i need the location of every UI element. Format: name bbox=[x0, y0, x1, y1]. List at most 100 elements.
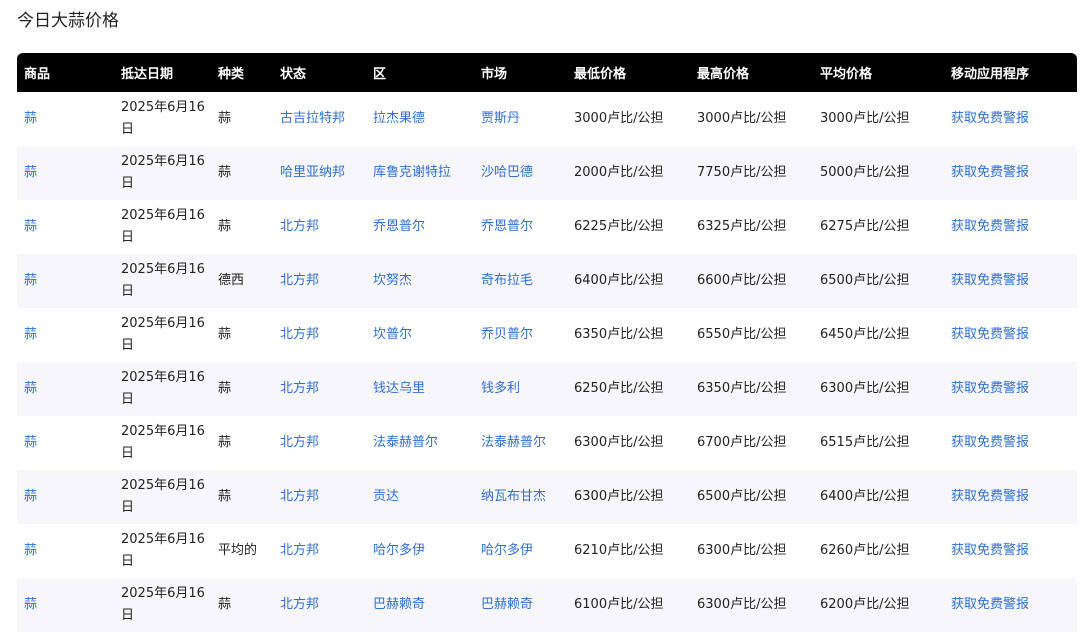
cell-district-link[interactable]: 哈尔多伊 bbox=[373, 543, 425, 558]
table-cell: 6300卢比/公担 bbox=[567, 416, 690, 470]
cell-commodity-link[interactable]: 蒜 bbox=[24, 327, 37, 342]
cell-commodity-link[interactable]: 蒜 bbox=[24, 273, 37, 288]
table-cell: 2025年6月16日 bbox=[114, 92, 211, 146]
cell-state-link[interactable]: 北方邦 bbox=[280, 489, 319, 504]
cell-state-link[interactable]: 北方邦 bbox=[280, 327, 319, 342]
cell-district-link[interactable]: 钱达乌里 bbox=[373, 381, 425, 396]
cell-free-alert-link[interactable]: 获取免费警报 bbox=[951, 489, 1029, 504]
header-commodity: 商品 bbox=[17, 53, 114, 92]
cell-commodity-link[interactable]: 蒜 bbox=[24, 219, 37, 234]
cell-max-price: 6300卢比/公担 bbox=[697, 543, 787, 558]
cell-district-link[interactable]: 库鲁克谢特拉 bbox=[373, 165, 451, 180]
table-cell: 6300卢比/公担 bbox=[690, 578, 813, 632]
cell-state-link[interactable]: 北方邦 bbox=[280, 597, 319, 612]
cell-avg-price: 6515卢比/公担 bbox=[820, 435, 910, 450]
cell-commodity-link[interactable]: 蒜 bbox=[24, 489, 37, 504]
cell-min-price: 6300卢比/公担 bbox=[574, 489, 664, 504]
cell-commodity-link[interactable]: 蒜 bbox=[24, 381, 37, 396]
cell-max-price: 6325卢比/公担 bbox=[697, 219, 787, 234]
cell-free-alert-link[interactable]: 获取免费警报 bbox=[951, 165, 1029, 180]
table-cell: 贾斯丹 bbox=[474, 92, 567, 146]
cell-free-alert-link[interactable]: 获取免费警报 bbox=[951, 219, 1029, 234]
table-row: 蒜 2025年6月16日蒜古吉拉特邦 拉杰果德 贾斯丹 3000卢比/公担 3000卢比/… bbox=[17, 92, 1077, 146]
cell-state-link[interactable]: 哈里亚纳邦 bbox=[280, 165, 345, 180]
cell-district-link[interactable]: 拉杰果德 bbox=[373, 111, 425, 126]
cell-market-link[interactable]: 乔贝普尔 bbox=[481, 327, 533, 342]
table-cell: 蒜 bbox=[17, 578, 114, 632]
cell-commodity-link[interactable]: 蒜 bbox=[24, 165, 37, 180]
cell-free-alert-link[interactable]: 获取免费警报 bbox=[951, 543, 1029, 558]
table-cell: 钱达乌里 bbox=[366, 362, 474, 416]
cell-variety: 蒜 bbox=[218, 219, 232, 234]
header-district: 区 bbox=[366, 53, 474, 92]
cell-state-link[interactable]: 北方邦 bbox=[280, 219, 319, 234]
header-arrival-date: 抵达日期 bbox=[114, 53, 211, 92]
table-cell: 6100卢比/公担 bbox=[567, 578, 690, 632]
cell-district-link[interactable]: 坎普尔 bbox=[373, 327, 412, 342]
cell-district-link[interactable]: 巴赫赖奇 bbox=[373, 597, 425, 612]
cell-free-alert-link[interactable]: 获取免费警报 bbox=[951, 381, 1029, 396]
cell-district-link[interactable]: 贡达 bbox=[373, 489, 399, 504]
cell-market-link[interactable]: 乔恩普尔 bbox=[481, 219, 533, 234]
cell-market-link[interactable]: 巴赫赖奇 bbox=[481, 597, 533, 612]
cell-district-link[interactable]: 坎努杰 bbox=[373, 273, 412, 288]
table-header: 商品 抵达日期 种类 状态 区 市场 最低价格 最高价格 平均价格 移动应用程序 bbox=[17, 53, 1077, 92]
cell-state-link[interactable]: 北方邦 bbox=[280, 543, 319, 558]
table-row: 蒜 2025年6月16日蒜北方邦 法泰赫普尔 法泰赫普尔 6300卢比/公担 6700卢比… bbox=[17, 416, 1077, 470]
table-cell: 巴赫赖奇 bbox=[474, 578, 567, 632]
cell-district-link[interactable]: 法泰赫普尔 bbox=[373, 435, 438, 450]
cell-arrival-date: 2025年6月16日 bbox=[121, 424, 205, 461]
cell-state-link[interactable]: 北方邦 bbox=[280, 381, 319, 396]
price-table-container: 商品 抵达日期 种类 状态 区 市场 最低价格 最高价格 平均价格 移动应用程序… bbox=[17, 53, 1077, 632]
table-cell: 6260卢比/公担 bbox=[813, 524, 944, 578]
table-row: 蒜 2025年6月16日蒜北方邦 贡达 纳瓦布甘杰 6300卢比/公担 6500卢比/公担… bbox=[17, 470, 1077, 524]
table-cell: 3000卢比/公担 bbox=[567, 92, 690, 146]
cell-state-link[interactable]: 北方邦 bbox=[280, 435, 319, 450]
cell-market-link[interactable]: 沙哈巴德 bbox=[481, 165, 533, 180]
cell-district-link[interactable]: 乔恩普尔 bbox=[373, 219, 425, 234]
cell-free-alert-link[interactable]: 获取免费警报 bbox=[951, 435, 1029, 450]
table-cell: 2025年6月16日 bbox=[114, 308, 211, 362]
header-min-price: 最低价格 bbox=[567, 53, 690, 92]
cell-commodity-link[interactable]: 蒜 bbox=[24, 435, 37, 450]
cell-avg-price: 6260卢比/公担 bbox=[820, 543, 910, 558]
cell-free-alert-link[interactable]: 获取免费警报 bbox=[951, 273, 1029, 288]
cell-market-link[interactable]: 法泰赫普尔 bbox=[481, 435, 546, 450]
cell-free-alert-link[interactable]: 获取免费警报 bbox=[951, 597, 1029, 612]
cell-commodity-link[interactable]: 蒜 bbox=[24, 597, 37, 612]
table-cell: 坎努杰 bbox=[366, 254, 474, 308]
cell-market-link[interactable]: 哈尔多伊 bbox=[481, 543, 533, 558]
table-cell: 3000卢比/公担 bbox=[813, 92, 944, 146]
cell-market-link[interactable]: 奇布拉毛 bbox=[481, 273, 533, 288]
table-cell: 拉杰果德 bbox=[366, 92, 474, 146]
cell-commodity-link[interactable]: 蒜 bbox=[24, 543, 37, 558]
cell-arrival-date: 2025年6月16日 bbox=[121, 370, 205, 407]
table-cell: 钱多利 bbox=[474, 362, 567, 416]
cell-state-link[interactable]: 古吉拉特邦 bbox=[280, 111, 345, 126]
table-cell: 获取免费警报 bbox=[944, 470, 1077, 524]
table-cell: 6200卢比/公担 bbox=[813, 578, 944, 632]
header-row: 商品 抵达日期 种类 状态 区 市场 最低价格 最高价格 平均价格 移动应用程序 bbox=[17, 53, 1077, 92]
cell-market-link[interactable]: 钱多利 bbox=[481, 381, 520, 396]
cell-market-link[interactable]: 纳瓦布甘杰 bbox=[481, 489, 546, 504]
cell-commodity-link[interactable]: 蒜 bbox=[24, 111, 37, 126]
table-cell: 获取免费警报 bbox=[944, 254, 1077, 308]
table-cell: 6350卢比/公担 bbox=[567, 308, 690, 362]
table-cell: 贡达 bbox=[366, 470, 474, 524]
table-cell: 北方邦 bbox=[273, 200, 366, 254]
table-cell: 法泰赫普尔 bbox=[474, 416, 567, 470]
cell-market-link[interactable]: 贾斯丹 bbox=[481, 111, 520, 126]
cell-free-alert-link[interactable]: 获取免费警报 bbox=[951, 327, 1029, 342]
cell-free-alert-link[interactable]: 获取免费警报 bbox=[951, 111, 1029, 126]
table-cell: 哈尔多伊 bbox=[474, 524, 567, 578]
table-cell: 2025年6月16日 bbox=[114, 200, 211, 254]
cell-state-link[interactable]: 北方邦 bbox=[280, 273, 319, 288]
cell-min-price: 6225卢比/公担 bbox=[574, 219, 664, 234]
table-cell: 蒜 bbox=[17, 524, 114, 578]
table-row: 蒜 2025年6月16日蒜北方邦 巴赫赖奇 巴赫赖奇 6100卢比/公担 6300卢比/公… bbox=[17, 578, 1077, 632]
cell-avg-price: 6300卢比/公担 bbox=[820, 381, 910, 396]
table-cell: 6350卢比/公担 bbox=[690, 362, 813, 416]
table-cell: 2025年6月16日 bbox=[114, 362, 211, 416]
table-cell: 蒜 bbox=[17, 200, 114, 254]
cell-min-price: 6100卢比/公担 bbox=[574, 597, 664, 612]
